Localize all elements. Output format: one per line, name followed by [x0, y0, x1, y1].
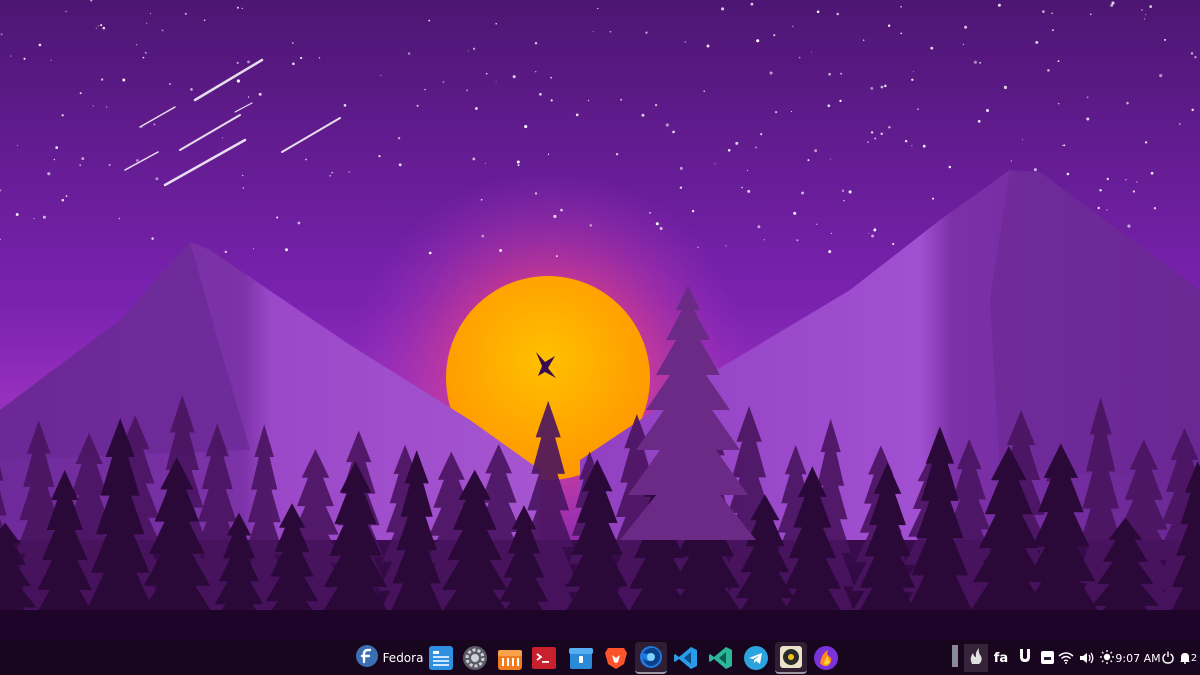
storage-tray-button[interactable] — [1039, 647, 1055, 669]
clock[interactable]: 9:07 AM — [1115, 647, 1161, 669]
keyboard-layout-indicator[interactable]: fa — [992, 647, 1010, 669]
keyboard-layout-label: fa — [993, 650, 1009, 666]
vscodium-icon — [708, 645, 734, 671]
software-store-icon — [497, 645, 523, 671]
telegram-icon — [743, 645, 769, 671]
files-launcher[interactable] — [425, 642, 457, 674]
magnet-tray-button[interactable] — [1016, 647, 1034, 669]
flame-icon — [968, 646, 984, 670]
terminal-launcher[interactable] — [528, 642, 560, 674]
desktop: Fedora fa 9:07 AM 2 — [0, 0, 1200, 675]
storage-icon — [1040, 649, 1054, 668]
firefox-launcher[interactable] — [635, 642, 667, 674]
fedora-logo-icon — [355, 644, 379, 672]
flame-tray-button[interactable] — [964, 644, 988, 672]
show-desktop-icon — [952, 645, 958, 671]
volume-icon — [1079, 649, 1095, 668]
music-launcher[interactable] — [775, 642, 807, 674]
vscodium-launcher[interactable] — [705, 642, 737, 674]
fedora-menu-button[interactable]: Fedora — [355, 642, 423, 674]
vscode-icon — [673, 645, 699, 671]
network-tray-button[interactable] — [1057, 647, 1075, 669]
magnet-icon — [1018, 648, 1032, 668]
terminal-icon — [531, 645, 557, 671]
music-player-icon — [778, 644, 804, 670]
notification-count: 2 — [1190, 652, 1198, 664]
power-icon — [1162, 649, 1174, 668]
brave-browser-icon — [603, 645, 629, 671]
wallpaper — [0, 0, 1200, 675]
brightness-icon — [1100, 649, 1114, 668]
software-launcher[interactable] — [494, 642, 526, 674]
archive-launcher[interactable] — [565, 642, 597, 674]
clock-time: 9:07 AM — [1115, 651, 1161, 665]
notifications-button[interactable]: 2 — [1177, 647, 1199, 669]
brave-launcher[interactable] — [600, 642, 632, 674]
volume-tray-button[interactable] — [1078, 647, 1096, 669]
fedora-menu-label: Fedora — [382, 651, 424, 665]
power-button[interactable] — [1160, 647, 1176, 669]
firefox-developer-icon — [813, 645, 839, 671]
wifi-icon — [1058, 649, 1074, 668]
telegram-launcher[interactable] — [740, 642, 772, 674]
notification-bell-icon — [1179, 649, 1191, 668]
settings-gear-icon — [462, 645, 488, 671]
vscode-launcher[interactable] — [670, 642, 702, 674]
settings-launcher[interactable] — [459, 642, 491, 674]
firefox-dev-launcher[interactable] — [810, 642, 842, 674]
brightness-tray-button[interactable] — [1098, 647, 1116, 669]
archive-icon — [568, 645, 594, 671]
show-desktop-button[interactable] — [950, 645, 960, 671]
file-manager-icon — [428, 645, 454, 671]
firefox-icon — [638, 644, 664, 670]
